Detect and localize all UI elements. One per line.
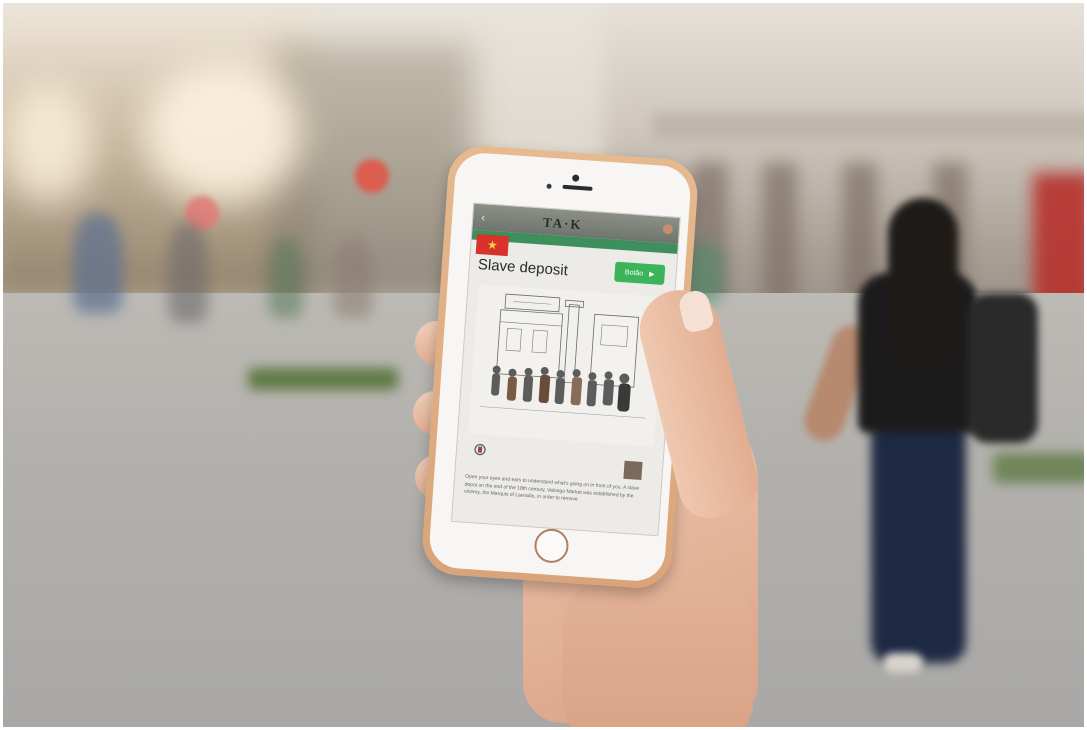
menu-icon[interactable] (662, 223, 674, 235)
play-audio-button[interactable]: Botão ▶ (614, 261, 666, 286)
home-button[interactable] (533, 527, 570, 564)
phone-screen: ‹ TA·K ★ Botão ▶ Slave deposit Open your… (450, 202, 681, 537)
blurred-pedestrian (268, 238, 303, 318)
audio-guide-icon[interactable] (473, 442, 488, 457)
earpiece-speaker (562, 184, 593, 191)
green-button-label: Botão (624, 268, 644, 278)
play-icon: ▶ (648, 271, 655, 279)
grass-patch (993, 453, 1084, 483)
blurred-pedestrian (168, 223, 208, 323)
front-camera-icon (571, 174, 580, 182)
app-logo: TA·K (542, 214, 584, 233)
light-glow (143, 63, 303, 203)
woman-hair (888, 198, 958, 368)
vietnam-flag-icon[interactable]: ★ (475, 233, 510, 257)
page-title: Slave deposit (477, 256, 569, 280)
light-glow (3, 83, 93, 203)
flag-star-icon: ★ (486, 237, 499, 253)
slave-market-illustration (468, 284, 665, 447)
blurred-pedestrian (73, 213, 123, 313)
proximity-sensor (546, 183, 552, 189)
hand-wrist (563, 583, 753, 727)
grass-patch (248, 368, 398, 390)
blurred-balcony (653, 113, 1084, 139)
woman-shoe (883, 653, 923, 673)
woman-jeans (871, 423, 966, 663)
blurred-pedestrian (333, 238, 373, 318)
woman-backpack (968, 293, 1038, 443)
street-photo: ‹ TA·K ★ Botão ▶ Slave deposit Open your… (3, 3, 1084, 727)
back-arrow-icon[interactable]: ‹ (481, 210, 486, 224)
description-text: Open your eyes and ears to understand wh… (463, 473, 640, 503)
red-traffic-light (355, 159, 389, 193)
map-thumbnail-icon[interactable] (623, 460, 643, 480)
